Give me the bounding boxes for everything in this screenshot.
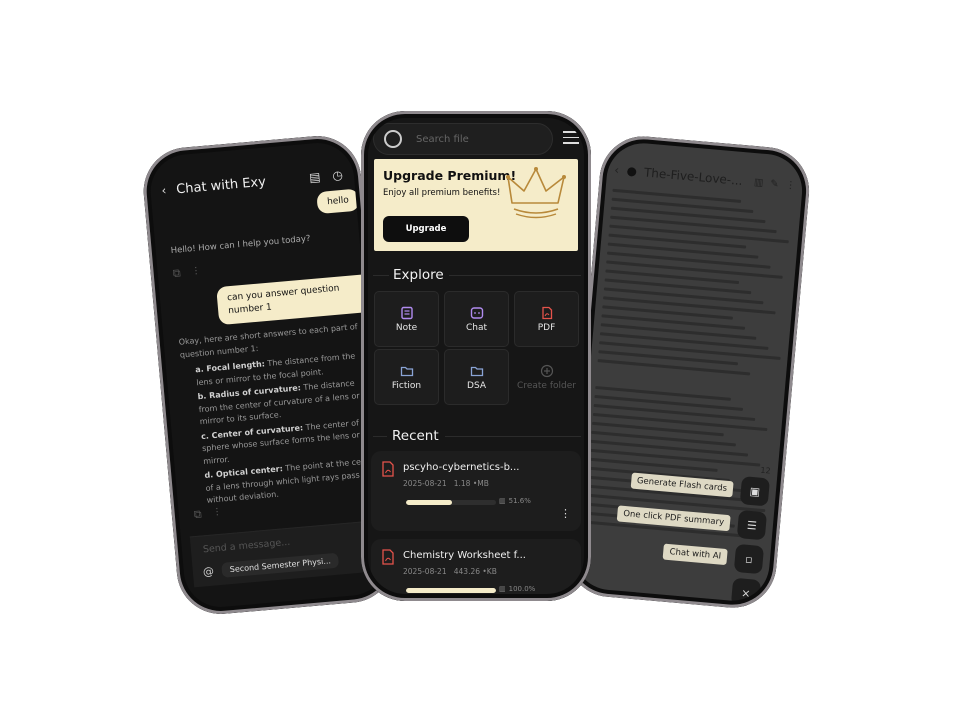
left-phone: ‹ Chat with Exy ▤ ◷ hello Hello! How can… xyxy=(140,132,398,618)
tile-label: DSA xyxy=(467,380,486,391)
folder-icon xyxy=(400,366,413,376)
crown-icon xyxy=(506,167,566,219)
file-size: 1.18 •MB xyxy=(453,479,489,488)
file-meta: 2025-08-21 1.18 •MB xyxy=(403,479,489,488)
chat-list-icon[interactable]: ▤ xyxy=(309,170,322,185)
explore-heading: Explore xyxy=(393,267,444,283)
progress-fill xyxy=(406,500,453,505)
premium-subtitle: Enjoy all premium benefits! xyxy=(383,188,501,198)
page-number: 12 xyxy=(760,465,772,476)
tile-fiction[interactable]: Fiction xyxy=(374,349,439,405)
summary-icon[interactable]: ☰ xyxy=(736,509,768,541)
flashcards-icon[interactable]: ▣ xyxy=(739,476,771,507)
back-icon[interactable]: ‹ xyxy=(614,163,620,177)
recent-divider xyxy=(445,436,581,437)
tile-label: Chat xyxy=(465,322,488,333)
note-icon xyxy=(400,306,413,319)
progress-percent: ▥ 51.6% xyxy=(499,497,531,505)
file-date: 2025-08-21 xyxy=(403,567,447,576)
edit-icon[interactable]: ✎ xyxy=(770,178,779,190)
chat-ai-icon[interactable]: ▫ xyxy=(733,543,765,575)
tile-label: Fiction xyxy=(391,380,422,391)
page-text-line xyxy=(592,412,768,432)
pdf-icon xyxy=(382,461,394,477)
file-name: Chemistry Worksheet f... xyxy=(403,550,526,561)
premium-banner: Upgrade Premium! Enjoy all premium benef… xyxy=(374,159,578,251)
tile-label: Create folder xyxy=(517,380,576,391)
percent-text: 100.0% xyxy=(508,585,536,593)
flashcards-label: Generate Flash cards xyxy=(630,472,734,498)
history-icon[interactable]: ◷ xyxy=(332,168,344,183)
chat-ai-label: Chat with AI xyxy=(662,543,728,566)
center-phone: Search file Upgrade Premium! Enjoy all p… xyxy=(361,111,591,601)
chat-title: Chat with Exy xyxy=(175,174,267,197)
reader-toolbar: ▥ ✎ ⋮ xyxy=(753,177,796,192)
copy-icon[interactable]: ⧉ xyxy=(193,507,202,522)
percent-text: 51.6% xyxy=(508,497,531,505)
right-phone: ‹ The-Five-Love-... ▥ ✎ ⋮ 12 Generate Fl… xyxy=(563,132,813,612)
message-input[interactable]: Send a message... xyxy=(203,537,291,556)
more-icon[interactable]: ⋮ xyxy=(560,507,571,520)
recent-divider-left xyxy=(373,436,387,437)
summary-label: One click PDF summary xyxy=(616,505,731,532)
avatar[interactable] xyxy=(626,166,637,177)
tile-label: PDF xyxy=(537,322,556,333)
explore-divider-left xyxy=(373,275,389,276)
context-file-chip[interactable]: Second Semester Physi... xyxy=(221,552,340,578)
mention-icon[interactable]: @ xyxy=(202,565,214,579)
file-name: pscyho-cybernetics-b... xyxy=(403,462,520,473)
tile-dsa[interactable]: DSA xyxy=(444,349,509,405)
bot-message: Hello! How can I help you today? xyxy=(170,233,311,257)
tile-create-folder[interactable]: Create folder xyxy=(514,349,579,405)
more-icon[interactable]: ⋮ xyxy=(785,179,796,191)
progress-bar xyxy=(406,588,496,593)
profile-avatar[interactable] xyxy=(384,130,402,148)
chat-icon xyxy=(470,306,483,319)
progress-percent: ▥ 100.0% xyxy=(499,585,535,593)
message-composer: Send a message... @ Second Semester Phys… xyxy=(189,519,390,588)
recent-file-card[interactable]: Chemistry Worksheet f... 2025-08-21 443.… xyxy=(371,539,581,601)
file-meta: 2025-08-21 443.26 •KB xyxy=(403,567,497,576)
copy-icon[interactable]: ⧉ xyxy=(172,266,181,281)
recent-heading: Recent xyxy=(392,428,439,444)
file-size: 443.26 •KB xyxy=(453,567,497,576)
file-date: 2025-08-21 xyxy=(403,479,447,488)
progress-fill xyxy=(406,588,496,593)
page-text-line xyxy=(606,260,783,279)
search-bar[interactable]: Search file xyxy=(373,123,553,155)
progress-bar xyxy=(406,500,496,505)
context-row: @ Second Semester Physi... xyxy=(202,552,340,580)
close-icon[interactable]: × xyxy=(730,577,762,609)
close-action[interactable]: × xyxy=(730,577,762,609)
pdf-icon xyxy=(382,549,394,565)
tile-chat[interactable]: Chat xyxy=(444,291,509,347)
add-icon xyxy=(540,364,553,377)
explore-divider xyxy=(449,275,581,276)
menu-icon[interactable] xyxy=(563,131,579,144)
audio-icon[interactable]: ⫶ xyxy=(194,265,198,279)
upgrade-button[interactable]: Upgrade xyxy=(383,216,469,242)
recent-file-card[interactable]: pscyho-cybernetics-b... 2025-08-21 1.18 … xyxy=(371,451,581,531)
user-message: hello xyxy=(316,188,360,215)
message-actions: ⧉ ⫶ xyxy=(193,506,219,522)
message-actions: ⧉ ⫶ xyxy=(172,265,198,281)
back-icon[interactable]: ‹ xyxy=(161,183,167,197)
premium-title: Upgrade Premium! xyxy=(383,168,517,183)
book-icon: ▥ xyxy=(499,585,506,593)
pdf-icon xyxy=(541,306,552,319)
tile-label: Note xyxy=(395,322,418,333)
search-input[interactable]: Search file xyxy=(416,134,469,145)
page-text-line xyxy=(603,296,776,315)
book-icon: ▥ xyxy=(499,497,506,505)
bot-answer: Okay, here are short answers to each par… xyxy=(178,320,382,510)
folder-icon xyxy=(470,366,483,376)
document-title: The-Five-Love-... xyxy=(643,165,744,189)
book-icon[interactable]: ▥ xyxy=(753,177,763,189)
chat-toolbar: ▤ ◷ xyxy=(309,168,344,185)
tile-pdf[interactable]: PDF xyxy=(514,291,579,347)
tile-note[interactable]: Note xyxy=(374,291,439,347)
